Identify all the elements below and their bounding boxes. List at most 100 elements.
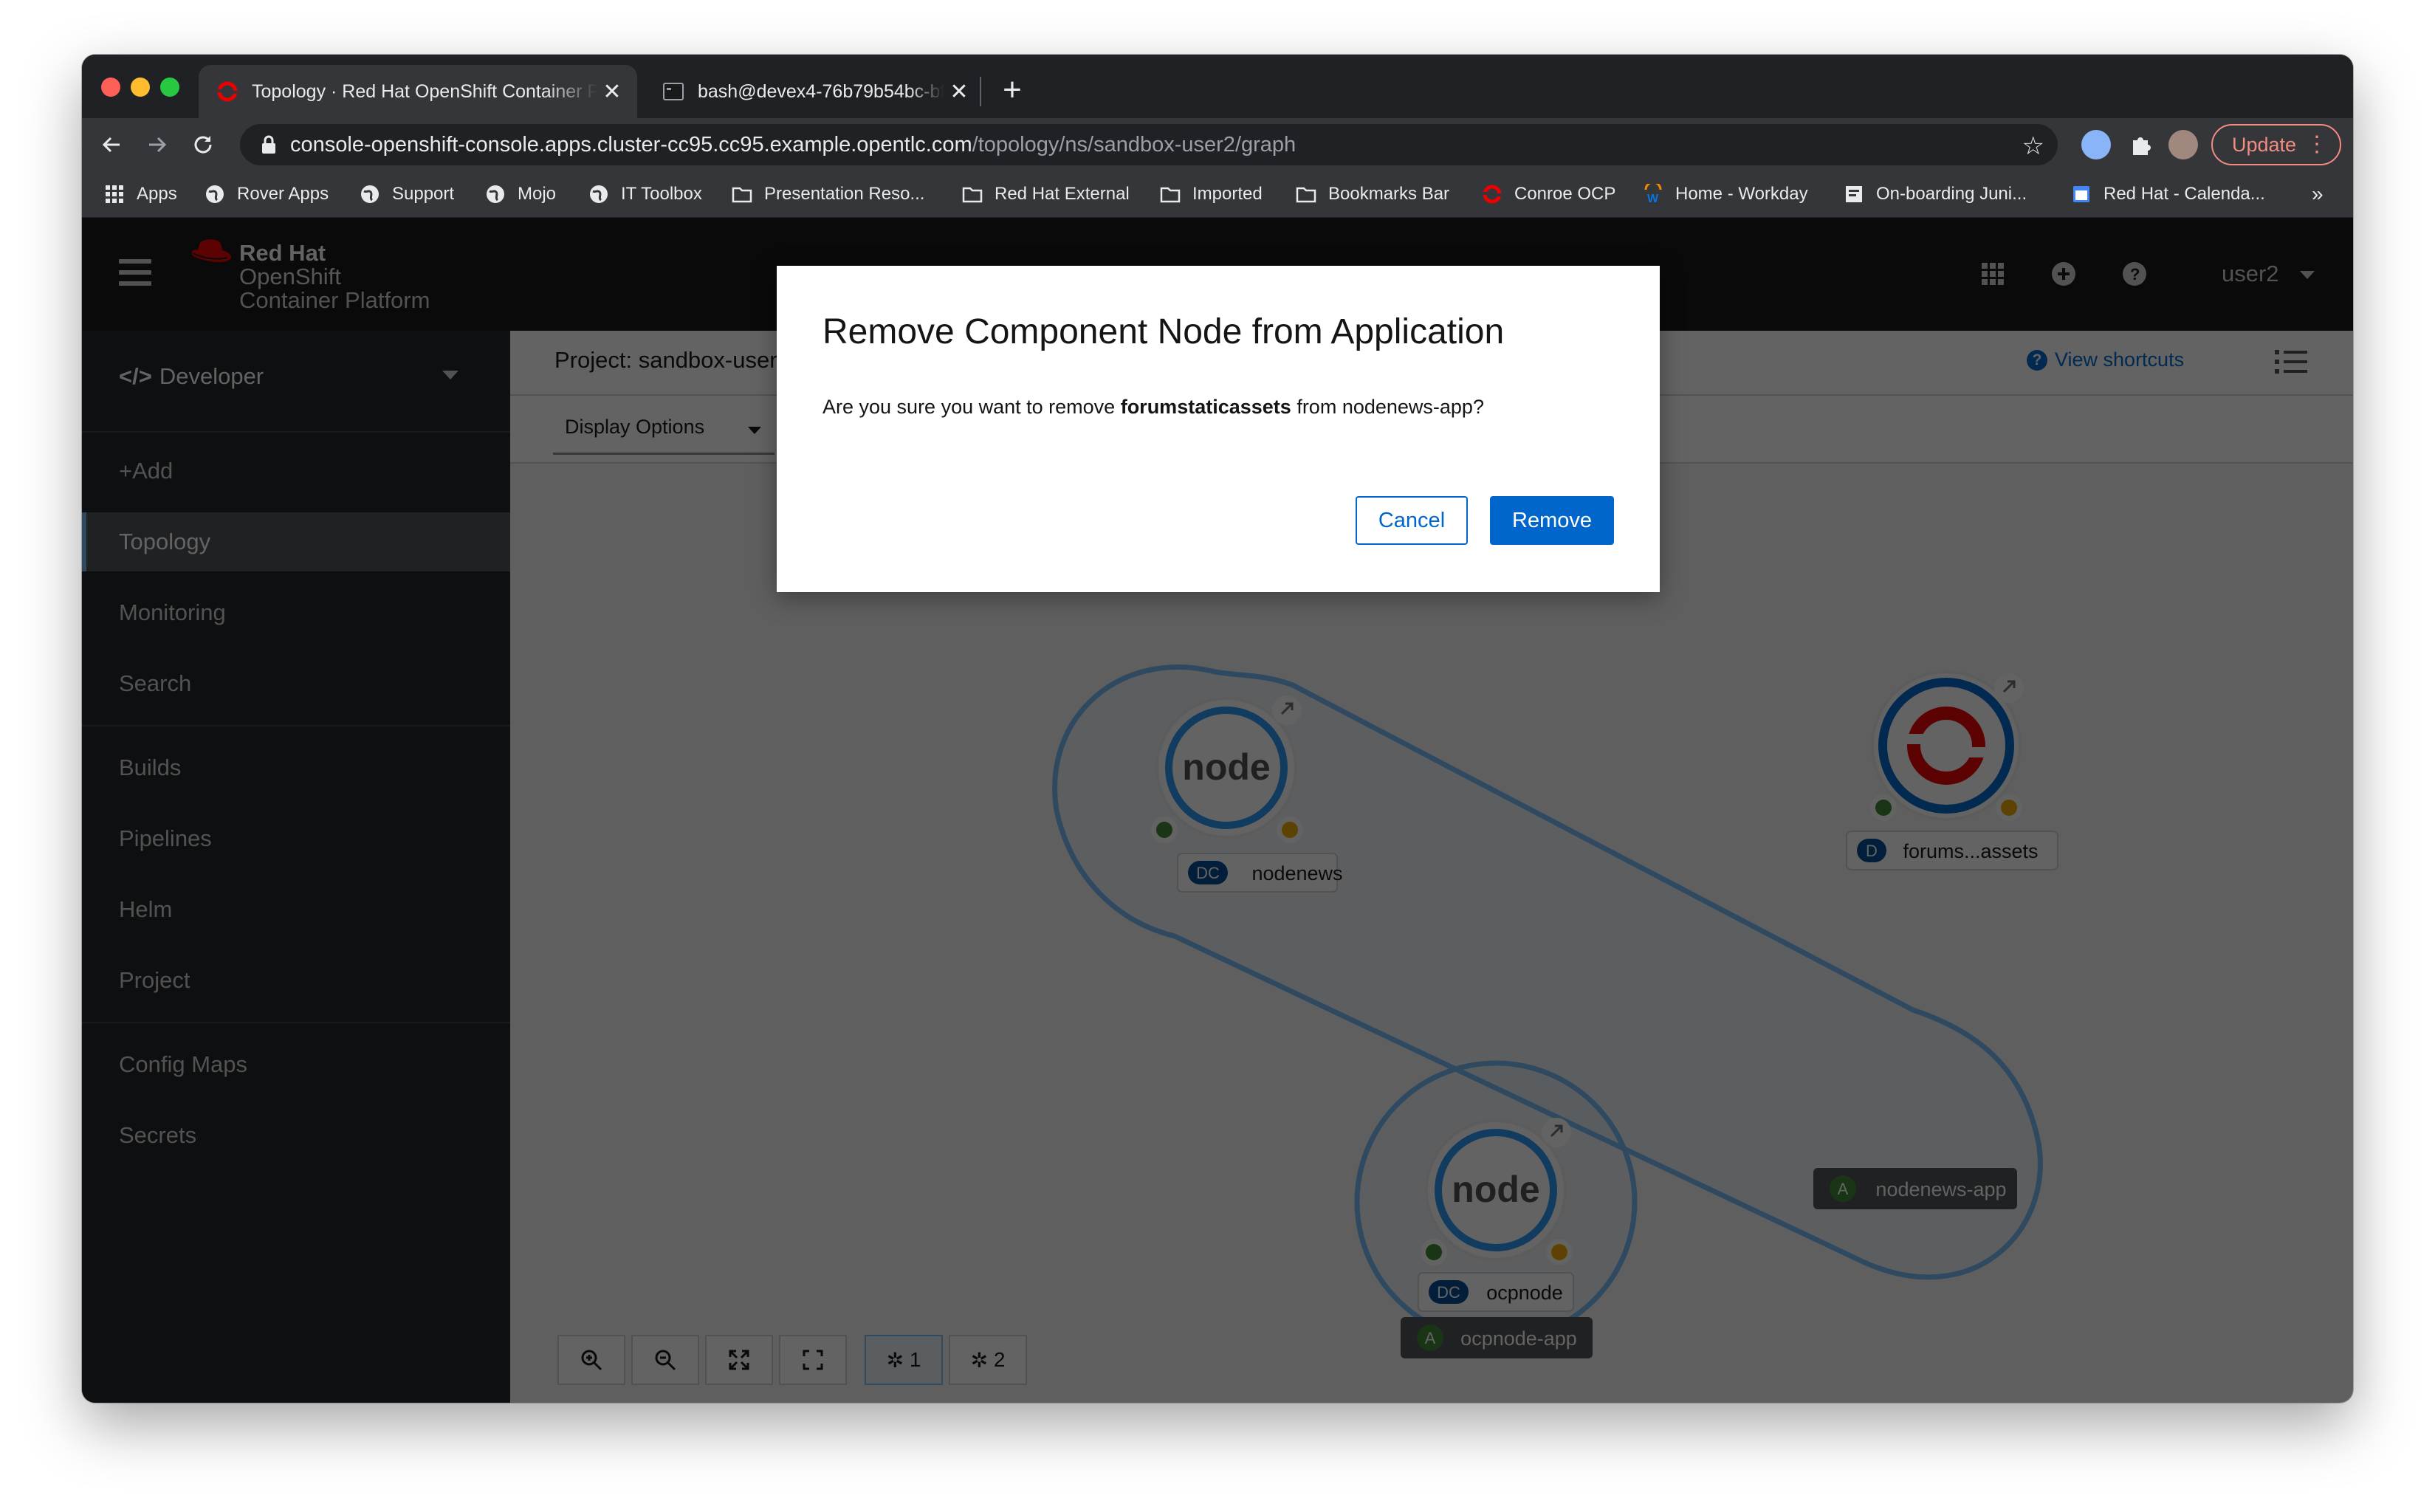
user-name: user2	[2222, 261, 2279, 286]
topology-canvas[interactable]: node DC nodenews D forums...assets node …	[510, 464, 2353, 1403]
globe-icon	[590, 185, 608, 203]
profile-avatar[interactable]	[2168, 130, 2198, 159]
tab-strip: Topology · Red Hat OpenShift Container P…	[82, 55, 2353, 118]
nav-pipelines[interactable]: Pipelines	[82, 809, 510, 868]
svg-text:DC: DC	[1196, 864, 1220, 882]
bookmark-home-workday[interactable]: W Home - Workday	[1643, 171, 1808, 217]
brand-line1: Red Hat	[239, 240, 326, 266]
label-nodenews: DC nodenews	[1177, 853, 1343, 893]
view-shortcuts-link[interactable]: ? View shortcuts	[2027, 348, 2184, 371]
zoom-out-button[interactable]	[631, 1335, 699, 1385]
bookmark-presentation-resources[interactable]: Presentation Reso...	[732, 171, 924, 217]
nav-add[interactable]: +Add	[82, 441, 510, 501]
extension-icon[interactable]	[2081, 130, 2111, 159]
forward-icon[interactable]	[138, 126, 176, 164]
globe-icon	[361, 185, 379, 203]
nav-monitoring[interactable]: Monitoring	[82, 583, 510, 642]
remove-button[interactable]: Remove	[1490, 496, 1614, 545]
bookmark-bookmarks-bar[interactable]: Bookmarks Bar	[1296, 171, 1449, 217]
bookmark-label: IT Toolbox	[621, 184, 702, 204]
topology-graph: node DC nodenews D forums...assets node …	[1052, 664, 2058, 1358]
display-options-dropdown[interactable]: Display Options	[553, 402, 775, 455]
nav-builds[interactable]: Builds	[82, 738, 510, 797]
more-bookmarks-button[interactable]: »	[2312, 171, 2324, 217]
bookmark-star-icon[interactable]: ☆	[2022, 131, 2044, 161]
nav-search[interactable]: Search	[82, 654, 510, 713]
node-forumstaticassets[interactable]	[1870, 670, 2024, 821]
app-label-ocpnode-app[interactable]: A ocpnode-app	[1401, 1317, 1593, 1358]
tab-terminal[interactable]: bash@devex4-76b79b54bc-bfh4c ✕	[645, 65, 984, 118]
list-view-icon[interactable]	[2275, 348, 2307, 375]
bookmark-rover-apps[interactable]: Rover Apps	[205, 171, 329, 217]
folder-icon	[962, 187, 983, 203]
nav-helm[interactable]: Helm	[82, 880, 510, 939]
fullscreen-icon	[803, 1350, 823, 1370]
update-button[interactable]: Update ⋮	[2211, 124, 2341, 165]
svg-text:forums...assets: forums...assets	[1903, 840, 2038, 862]
close-window-button[interactable]	[101, 78, 120, 97]
address-bar[interactable]: console-openshift-console.apps.cluster-c…	[240, 124, 2058, 165]
nav-secrets[interactable]: Secrets	[82, 1106, 510, 1165]
url-path: /topology/ns/sandbox-user2/graph	[972, 132, 1297, 157]
svg-text:D: D	[1866, 842, 1878, 860]
bookmark-label: Rover Apps	[237, 184, 329, 204]
quick-create-plus-icon[interactable]	[2050, 261, 2077, 287]
nav-topology[interactable]: Topology	[82, 512, 510, 571]
browser-window: Topology · Red Hat OpenShift Container P…	[82, 55, 2353, 1403]
bookmark-mojo[interactable]: Mojo	[485, 171, 556, 217]
hamburger-menu-icon[interactable]	[119, 259, 151, 292]
layout-1-button[interactable]: ✲ 1	[865, 1335, 943, 1385]
pod-status-icon	[1156, 822, 1172, 838]
build-status-icon	[1551, 1244, 1567, 1260]
cancel-button[interactable]: Cancel	[1356, 496, 1468, 545]
zoom-out-icon	[655, 1350, 676, 1371]
svg-text:DC: DC	[1437, 1283, 1460, 1302]
project-selector[interactable]: Project: sandbox-user2	[554, 347, 790, 374]
bookmark-conroe-ocp[interactable]: Conroe OCP	[1482, 171, 1615, 217]
bookmark-it-toolbox[interactable]: IT Toolbox	[588, 171, 702, 217]
folder-icon	[1296, 187, 1316, 203]
app-label-nodenews-app[interactable]: A nodenews-app	[1813, 1168, 2017, 1209]
app-launcher-icon[interactable]	[1979, 261, 2006, 287]
bookmark-label: Imported	[1192, 184, 1263, 204]
layout-2-button[interactable]: ✲ 2	[949, 1335, 1027, 1385]
minimize-window-button[interactable]	[131, 78, 150, 97]
chevron-down-icon	[2300, 271, 2315, 280]
perspective-switcher[interactable]: </> Developer	[82, 331, 510, 433]
caret-down-icon	[442, 371, 459, 379]
globe-icon	[206, 185, 224, 203]
close-tab-icon[interactable]: ✕	[944, 79, 974, 105]
nav-project[interactable]: Project	[82, 951, 510, 1010]
puzzle-icon[interactable]	[2126, 130, 2155, 159]
zoom-in-button[interactable]	[557, 1335, 625, 1385]
help-icon[interactable]: ?	[2121, 261, 2148, 287]
bookmark-label: Apps	[137, 184, 177, 204]
back-icon[interactable]	[92, 126, 131, 164]
tab-topology[interactable]: Topology · Red Hat OpenShift Container P…	[199, 65, 637, 118]
brand-line2: OpenShift	[239, 264, 341, 289]
user-menu[interactable]: user2	[2222, 261, 2315, 287]
bookmark-apps[interactable]: Apps	[104, 171, 177, 217]
bookmark-calendar[interactable]: Red Hat - Calenda...	[2071, 171, 2265, 217]
view-shortcuts-label: View shortcuts	[2055, 348, 2185, 371]
bookmark-imported[interactable]: Imported	[1160, 171, 1263, 217]
bookmark-onboarding[interactable]: On-boarding Juni...	[1844, 171, 2027, 217]
bookmark-support[interactable]: Support	[360, 171, 454, 217]
folder-icon	[1160, 187, 1181, 203]
reset-view-button[interactable]	[779, 1335, 847, 1385]
display-options-label: Display Options	[565, 416, 705, 438]
bookmark-red-hat-external[interactable]: Red Hat External	[962, 171, 1130, 217]
label-forumstaticassets: D forums...assets	[1846, 831, 2058, 870]
fit-to-screen-button[interactable]	[705, 1335, 773, 1385]
close-tab-icon[interactable]: ✕	[597, 79, 627, 105]
openshift-icon	[1483, 185, 1502, 204]
nav-config-maps[interactable]: Config Maps	[82, 1035, 510, 1094]
reload-icon[interactable]	[184, 126, 222, 164]
maximize-window-button[interactable]	[160, 78, 179, 97]
tab-divider	[980, 77, 981, 106]
browser-toolbar: console-openshift-console.apps.cluster-c…	[82, 118, 2353, 171]
new-tab-button[interactable]: +	[990, 68, 1034, 112]
topology-layout-icon: ✲	[886, 1348, 904, 1372]
nodejs-logo: node	[1182, 746, 1270, 788]
svg-text:A: A	[1425, 1329, 1436, 1347]
